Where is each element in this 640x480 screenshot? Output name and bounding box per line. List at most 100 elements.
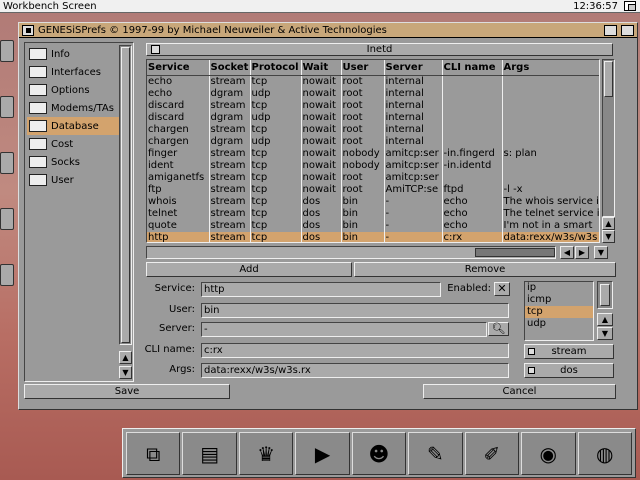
table-cell: stream xyxy=(209,207,251,220)
desktop-drive-icon-3[interactable] xyxy=(0,152,14,174)
enabled-label: Enabled: xyxy=(447,283,491,294)
table-cell: bin xyxy=(341,231,385,242)
table-cell: chargen xyxy=(147,123,210,136)
table-row[interactable]: finger stream tcp nowait nobody amitcp:ser -in… xyxy=(147,147,599,160)
protocol-option[interactable]: tcp xyxy=(525,306,593,318)
column-header[interactable]: Socket xyxy=(209,60,251,76)
section-toggle-icon[interactable] xyxy=(151,45,160,54)
scroll-left-icon[interactable]: ◀ xyxy=(560,246,574,259)
nav-item-info[interactable]: Info xyxy=(27,45,121,63)
table-row[interactable]: http stream tcp dos bin - c:rx data:rexx/w3s/w3… xyxy=(147,231,599,242)
table-row[interactable]: ident stream tcp nowait nobody amitcp:ser -in.… xyxy=(147,159,599,172)
column-header[interactable]: CLI name xyxy=(442,60,503,76)
args-field[interactable]: data:rexx/w3s/w3s.rx xyxy=(201,363,509,378)
nav-item-interfaces[interactable]: Interfaces xyxy=(27,63,121,81)
table-row[interactable]: echo stream tcp nowait root internal xyxy=(147,75,599,88)
nav-item-options[interactable]: Options xyxy=(27,81,121,99)
table-row[interactable]: quote stream tcp dos bin - echo I'm not in a sm… xyxy=(147,219,599,232)
desktop-drive-icon-1[interactable] xyxy=(0,40,14,62)
table-cell: http xyxy=(147,231,210,242)
brush-icon[interactable]: ✐ xyxy=(464,432,520,475)
table-row[interactable]: telnet stream tcp dos bin - echo The telnet ser… xyxy=(147,207,599,220)
table-cell: root xyxy=(341,123,385,136)
table-row[interactable]: chargen dgram udp nowait root internal xyxy=(147,135,599,148)
save-button[interactable]: Save xyxy=(24,384,230,399)
eye-icon[interactable]: ◉ xyxy=(521,432,576,475)
table-scroll-down-icon[interactable]: ▼ xyxy=(602,230,615,243)
column-header[interactable]: Server xyxy=(384,60,443,76)
table-row[interactable]: echo dgram udp nowait root internal xyxy=(147,87,599,100)
table-hscroll[interactable]: ◀ ▶ ▼ xyxy=(146,246,616,259)
globe-icon[interactable]: ◍ xyxy=(577,432,632,475)
user-field[interactable]: bin xyxy=(201,303,509,318)
socket-cycle[interactable]: stream xyxy=(524,344,614,359)
table-scroll-down-small-icon[interactable]: ▼ xyxy=(594,246,608,259)
screen-depth-gadget[interactable] xyxy=(624,1,636,11)
editor-icon[interactable]: ▤ xyxy=(182,432,237,475)
search-icon[interactable]: 🔍︎ xyxy=(488,322,509,336)
table-cell: root xyxy=(341,87,385,100)
table-cell xyxy=(502,135,599,148)
table-hscroll-knob[interactable] xyxy=(475,248,555,257)
scroll-right-icon[interactable]: ▶ xyxy=(575,246,589,259)
wait-cycle[interactable]: dos xyxy=(524,363,614,378)
table-cell: tcp xyxy=(250,207,302,220)
table-cell: bin xyxy=(341,207,385,220)
window-titlebar[interactable]: GENESiSPrefs © 1997-99 by Michael Neuwei… xyxy=(19,23,637,38)
protocol-scroll-up-icon[interactable]: ▲ xyxy=(597,313,613,326)
column-header[interactable]: Service xyxy=(147,60,210,76)
table-row[interactable]: ftp stream tcp nowait root AmiTCP:se ftpd -l -x xyxy=(147,183,599,196)
scroll-knob[interactable] xyxy=(121,47,130,343)
desktop-drive-icon-4[interactable] xyxy=(0,208,14,230)
protocol-option[interactable]: ip xyxy=(525,282,593,294)
table-cell: nowait xyxy=(301,111,342,124)
column-header[interactable]: Protocol xyxy=(250,60,302,76)
desktop-drive-icon-5[interactable] xyxy=(0,264,14,286)
table-cell: nobody xyxy=(341,159,385,172)
close-icon[interactable] xyxy=(22,24,34,36)
table-row[interactable]: discard stream tcp nowait root internal xyxy=(147,99,599,112)
depth-icon[interactable] xyxy=(621,24,634,36)
table-scroll-knob[interactable] xyxy=(604,61,613,97)
table-cell xyxy=(442,87,503,100)
table-scroll-up-icon[interactable]: ▲ xyxy=(602,217,615,230)
table-row[interactable]: amiganetfs stream tcp nowait root amitcp:ser xyxy=(147,171,599,184)
protocol-list[interactable]: ip icmp tcp udp xyxy=(524,281,594,341)
add-button[interactable]: Add xyxy=(146,262,352,277)
disk-copy-icon[interactable]: ⧉ xyxy=(126,432,181,475)
cancel-button[interactable]: Cancel xyxy=(423,384,616,399)
table-row[interactable]: chargen stream tcp nowait root internal xyxy=(147,123,599,136)
remove-button[interactable]: Remove xyxy=(354,262,616,277)
nav-item-user[interactable]: User xyxy=(27,171,121,189)
protocol-scrollbar[interactable]: ▲ ▼ xyxy=(597,281,613,341)
table-vscroll[interactable]: ▲ ▼ xyxy=(602,59,615,243)
service-table[interactable]: Service Socket Protocol Wait User Server CLI n… xyxy=(146,59,600,243)
desktop-drive-icon-2[interactable] xyxy=(0,96,14,118)
section-header[interactable]: Inetd xyxy=(146,43,613,56)
service-field[interactable]: http xyxy=(201,282,441,297)
cost-icon xyxy=(29,138,47,150)
paint-icon[interactable]: ✎ xyxy=(408,432,463,475)
options-icon xyxy=(29,84,47,96)
table-row[interactable]: whois stream tcp dos bin - echo The whois servi… xyxy=(147,195,599,208)
enabled-checkbox[interactable]: ✕ xyxy=(494,282,510,296)
table-cell: tcp xyxy=(250,99,302,112)
crown-icon[interactable]: ♛ xyxy=(238,432,294,475)
column-header[interactable]: User xyxy=(341,60,385,76)
protocol-scroll-knob[interactable] xyxy=(600,284,610,306)
column-header[interactable]: Args xyxy=(502,60,599,76)
cliname-field[interactable]: c:rx xyxy=(201,343,509,358)
protocol-option[interactable]: icmp xyxy=(525,294,593,306)
protocol-scroll-down-icon[interactable]: ▼ xyxy=(597,327,613,340)
server-field[interactable]: - xyxy=(201,322,487,337)
nav-item-socks[interactable]: Socks xyxy=(27,153,121,171)
protocol-option[interactable]: udp xyxy=(525,318,593,330)
column-header[interactable]: Wait xyxy=(301,60,342,76)
zoom-icon[interactable] xyxy=(604,24,617,36)
play-icon[interactable]: ▶ xyxy=(295,432,350,475)
nav-item-database[interactable]: Database xyxy=(27,117,121,135)
hippo-icon[interactable]: ☻ xyxy=(351,432,407,475)
nav-item-cost[interactable]: Cost xyxy=(27,135,121,153)
table-row[interactable]: discard dgram udp nowait root internal xyxy=(147,111,599,124)
nav-item-modems[interactable]: Modems/TAs xyxy=(27,99,121,117)
